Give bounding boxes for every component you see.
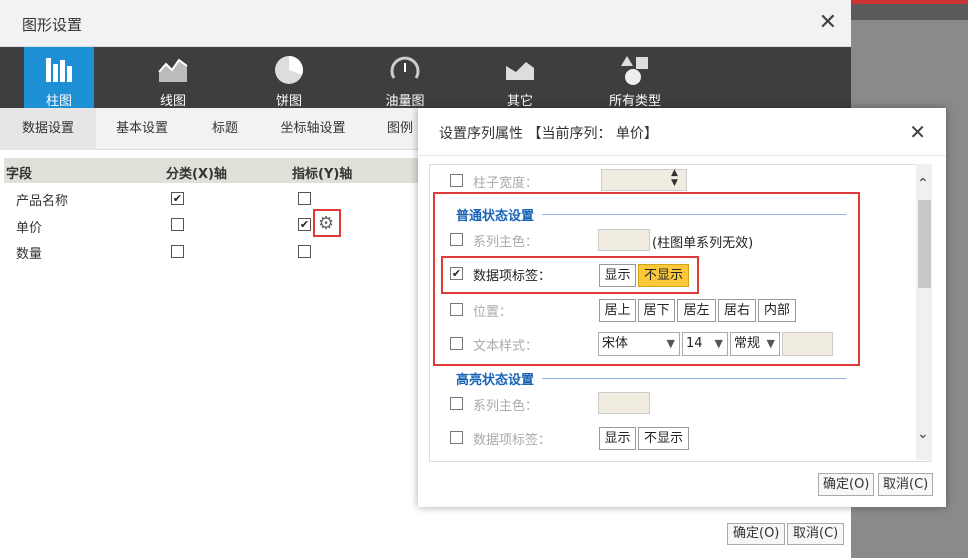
font-size-value: 14	[686, 336, 703, 351]
chart-type-all-item[interactable]: 所有类型	[590, 47, 680, 109]
gear-icon: ⚙	[318, 213, 335, 234]
y-axis-checkbox[interactable]	[298, 192, 311, 205]
position-top-button[interactable]: 居上	[599, 299, 636, 322]
area-chart-icon	[506, 62, 534, 80]
table-row: 产品名称	[4, 185, 444, 211]
position-bottom-button[interactable]: 居下	[638, 299, 675, 322]
data-label-checkbox[interactable]: ✔	[450, 267, 463, 280]
series-settings-button[interactable]: ⚙	[313, 209, 341, 237]
shapes-icon	[621, 56, 648, 85]
position-right-button[interactable]: 居右	[718, 299, 756, 322]
tab-axis-settings[interactable]: 坐标轴设置	[262, 108, 364, 150]
background-accent	[851, 0, 968, 4]
chart-type-bar-item[interactable]: 柱图	[24, 47, 94, 109]
chart-type-pie-item[interactable]: 饼图	[244, 47, 334, 109]
line-chart-icon	[158, 58, 188, 82]
scroll-up-icon[interactable]: ⌃	[917, 176, 929, 192]
font-size-select[interactable]: 14 ▼	[682, 332, 728, 356]
dialog-title: 图形设置	[22, 16, 83, 34]
hl-series-color-label: 系列主色：	[473, 399, 539, 414]
spinner-icon[interactable]: ▲ ▼	[671, 168, 678, 188]
position-checkbox[interactable]	[450, 303, 463, 316]
section-title-normal: 普通状态设置	[456, 209, 535, 224]
chevron-down-icon: ▼	[666, 337, 675, 350]
series-color-swatch[interactable]	[598, 229, 650, 251]
position-left-button[interactable]: 居左	[677, 299, 716, 322]
font-weight-select[interactable]: 常规 ▼	[730, 332, 780, 356]
series-color-checkbox[interactable]	[450, 233, 463, 246]
tab-data-settings[interactable]: 数据设置	[0, 108, 96, 150]
hl-hide-label-button[interactable]: 不显示	[638, 427, 689, 450]
scrollbar-thumb[interactable]	[918, 200, 931, 288]
hl-series-color-swatch[interactable]	[598, 392, 650, 414]
chart-type-label: 饼图	[275, 94, 302, 109]
pie-chart-icon	[275, 56, 303, 84]
close-icon[interactable]: ✕	[909, 120, 926, 144]
hl-data-label-checkbox[interactable]	[450, 431, 463, 444]
bar-chart-icon	[46, 58, 72, 82]
y-axis-checkbox[interactable]: ✔	[298, 218, 311, 231]
dialog-title: 设置序列属性 【当前序列： 单价】	[439, 126, 658, 142]
series-color-label: 系列主色：	[473, 235, 539, 250]
chart-type-label: 柱图	[45, 94, 72, 109]
ok-button[interactable]: 确定(O)	[818, 473, 875, 496]
cancel-button[interactable]: 取消(C)	[787, 523, 845, 545]
chart-type-line-item[interactable]: 线图	[128, 47, 218, 109]
close-icon[interactable]: ✕	[819, 10, 837, 35]
gauge-icon	[390, 56, 420, 79]
dialog-header: 设置序列属性 【当前序列： 单价】 ✕	[418, 108, 946, 156]
chart-type-other-item[interactable]: 其它	[475, 47, 565, 109]
font-family-value: 宋体	[602, 336, 629, 351]
chart-type-gauge-item[interactable]: 油量图	[360, 47, 450, 109]
tab-title[interactable]: 标题	[188, 108, 262, 150]
chevron-down-icon: ▼	[766, 337, 775, 350]
section-divider	[542, 214, 846, 215]
text-style-checkbox[interactable]	[450, 337, 463, 350]
ok-button[interactable]: 确定(O)	[727, 523, 786, 545]
grid-header: 字段 分类(X)轴 指标(Y)轴	[4, 158, 444, 183]
series-color-note: (柱图单系列无效)	[652, 236, 754, 251]
chart-type-label: 线图	[159, 94, 186, 109]
tab-basic-settings[interactable]: 基本设置	[96, 108, 188, 150]
bar-width-checkbox[interactable]	[450, 174, 463, 187]
table-row: 数量	[4, 238, 444, 264]
section-divider	[542, 378, 846, 379]
chart-type-bar: 柱图 线图 饼图 油量图 其它 所有类型	[0, 47, 851, 109]
show-label-button[interactable]: 显示	[599, 264, 636, 287]
font-color-swatch[interactable]	[782, 332, 833, 356]
scroll-down-icon[interactable]: ⌄	[917, 426, 929, 442]
font-family-select[interactable]: 宋体 ▼	[598, 332, 680, 356]
position-label: 位置：	[473, 305, 513, 320]
x-axis-checkbox[interactable]	[171, 245, 184, 258]
dialog-header: 图形设置 ✕	[0, 0, 851, 47]
x-axis-checkbox[interactable]: ✔	[171, 192, 184, 205]
hl-series-color-checkbox[interactable]	[450, 397, 463, 410]
chart-type-label: 油量图	[385, 94, 425, 109]
text-style-label: 文本样式：	[473, 339, 539, 354]
grid-header-field: 字段	[6, 167, 33, 182]
grid-header-x-axis: 分类(X)轴	[166, 167, 227, 182]
bar-width-label: 柱子宽度：	[473, 176, 539, 191]
chevron-down-icon: ▼	[714, 337, 723, 350]
x-axis-checkbox[interactable]	[171, 218, 184, 231]
chart-type-label: 所有类型	[608, 94, 661, 109]
font-weight-value: 常规	[734, 336, 761, 351]
data-label-label: 数据项标签：	[473, 269, 552, 284]
hide-label-button[interactable]: 不显示	[638, 264, 689, 287]
field-name: 数量	[16, 247, 43, 262]
table-row: 单价	[4, 212, 444, 238]
chart-type-label: 其它	[506, 94, 533, 109]
grid-header-y-axis: 指标(Y)轴	[292, 167, 353, 182]
y-axis-checkbox[interactable]	[298, 245, 311, 258]
field-name: 单价	[16, 221, 43, 236]
hl-show-label-button[interactable]: 显示	[599, 427, 636, 450]
section-title-highlight: 高亮状态设置	[456, 373, 535, 388]
cancel-button[interactable]: 取消(C)	[878, 473, 934, 496]
field-name: 产品名称	[16, 194, 69, 209]
hl-data-label-label: 数据项标签：	[473, 433, 552, 448]
position-inside-button[interactable]: 内部	[758, 299, 796, 322]
